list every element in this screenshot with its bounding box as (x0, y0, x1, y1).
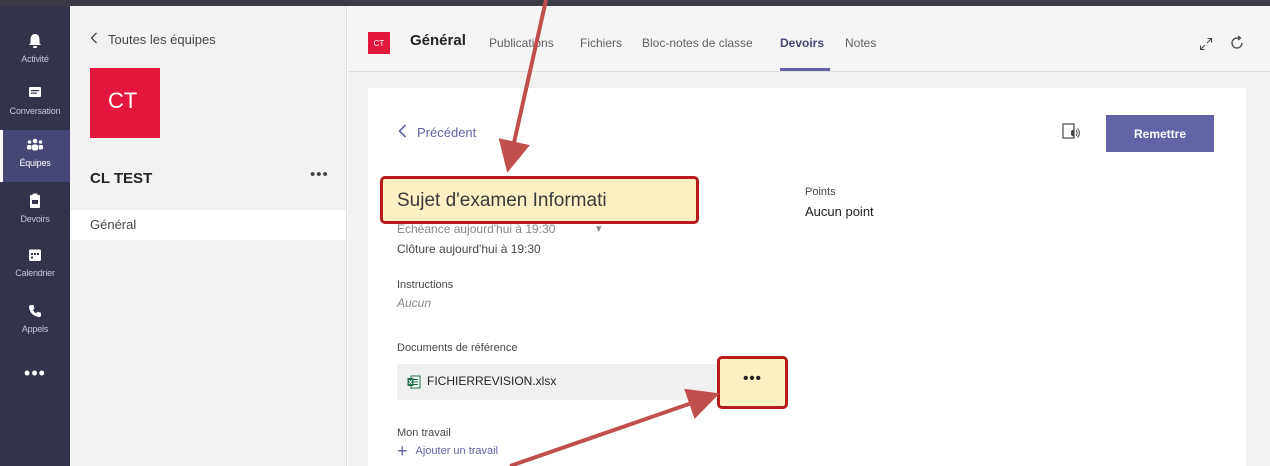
assignments-icon (24, 190, 46, 212)
team-panel: Toutes les équipes CT CL TEST ••• Généra… (70, 6, 347, 466)
app-bar-label: Devoirs (20, 214, 50, 224)
app-bar-activity[interactable]: Activité (0, 26, 70, 78)
tab-class-notebook[interactable]: Bloc-notes de classe (642, 36, 753, 50)
app-bar: Activité Conversation Équipes Devoirs Ca… (0, 6, 70, 466)
app-bar-label: Calendrier (15, 268, 55, 278)
file-more-options-button[interactable]: ••• (717, 356, 788, 409)
instructions-value: Aucun (397, 296, 432, 310)
bell-icon (24, 30, 46, 52)
expand-icon[interactable] (1198, 36, 1214, 52)
submit-button[interactable]: Remettre (1106, 115, 1214, 152)
active-tab-indicator (780, 68, 830, 71)
tab-publications[interactable]: Publications (489, 36, 554, 50)
app-bar-label: Conversation (9, 106, 61, 116)
immersive-reader-icon[interactable] (1061, 122, 1081, 142)
tab-files[interactable]: Fichiers (580, 36, 622, 50)
more-options-icon: ••• (743, 370, 762, 387)
team-name: CL TEST (90, 170, 153, 187)
instructions-label: Instructions (397, 279, 454, 291)
app-bar-teams[interactable]: Équipes (0, 130, 70, 182)
tab-assignments[interactable]: Devoirs (780, 36, 824, 50)
points-value: Aucun point (805, 204, 874, 219)
calendar-icon (24, 244, 46, 266)
plus-icon: + (397, 441, 408, 461)
app-bar-label: Activité (21, 54, 49, 64)
back-to-all-teams-label: Toutes les équipes (108, 32, 216, 47)
app-bar-more-button[interactable]: ••• (0, 363, 70, 384)
close-date-text: Clôture aujourd'hui à 19:30 (397, 242, 541, 256)
app-bar-calendar[interactable]: Calendrier (0, 240, 70, 292)
previous-label: Précédent (417, 125, 477, 140)
refresh-icon[interactable] (1228, 34, 1246, 52)
channel-title: Général (410, 32, 466, 49)
phone-icon (24, 300, 46, 322)
app-bar-label: Appels (21, 324, 49, 334)
reference-file-row[interactable]: FICHIERREVISION.xlsx (397, 364, 719, 400)
assignment-title-highlight: Sujet d'examen Informati (380, 176, 699, 224)
add-work-label: Ajouter un travail (415, 445, 499, 457)
previous-link[interactable]: Précédent (398, 124, 476, 141)
app-bar-calls[interactable]: Appels (0, 296, 70, 348)
app-bar-assignments[interactable]: Devoirs (0, 186, 70, 238)
chevron-left-icon (90, 32, 98, 47)
back-to-all-teams-link[interactable]: Toutes les équipes (90, 32, 216, 47)
points-label: Points (805, 186, 836, 198)
teams-icon (24, 134, 46, 156)
due-date-text: Échéance aujourd'hui à 19:30 (397, 222, 556, 236)
reference-documents-label: Documents de référence (397, 342, 518, 354)
channel-team-badge: CT (368, 32, 390, 54)
reference-file-name: FICHIERREVISION.xlsx (427, 374, 557, 388)
team-avatar: CT (90, 68, 160, 138)
chevron-left-icon (398, 124, 407, 141)
channel-item-general[interactable]: Général (70, 210, 346, 240)
chat-icon (24, 82, 46, 104)
channel-header: CT Général Publications Fichiers Bloc-no… (348, 6, 1270, 72)
excel-file-icon (407, 375, 421, 389)
app-bar-label: Équipes (19, 158, 51, 168)
app-bar-conversation[interactable]: Conversation (0, 78, 70, 130)
tab-grades[interactable]: Notes (845, 36, 876, 50)
team-more-options-button[interactable]: ••• (310, 166, 329, 183)
add-work-button[interactable]: + Ajouter un travail (397, 441, 499, 461)
channel-label: Général (90, 217, 137, 232)
my-work-label: Mon travail (397, 427, 451, 439)
assignment-title: Sujet d'examen Informati (397, 190, 607, 211)
